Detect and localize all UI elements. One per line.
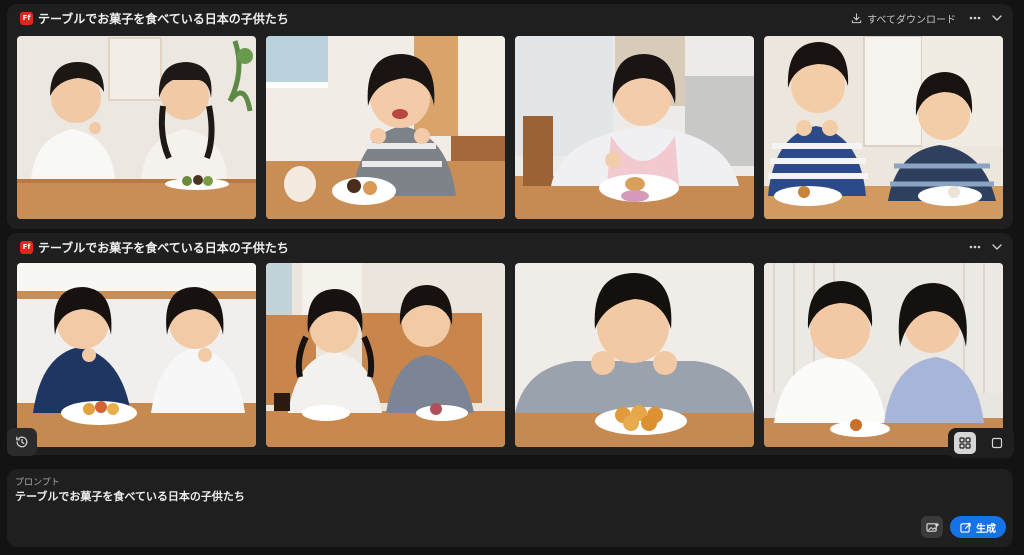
firefly-app: Ff テーブルでお菓子を食べている日本の子供たち すべてダウンロード Ff テー…: [0, 0, 1024, 555]
photo-girl-eating: [266, 36, 505, 219]
photo-boy-and-girl: [764, 263, 1003, 447]
download-all-button[interactable]: すべてダウンロード: [851, 11, 956, 26]
generated-image-thumbnail[interactable]: [266, 263, 505, 447]
generated-image-thumbnail[interactable]: [17, 263, 256, 447]
generated-image-thumbnail[interactable]: [764, 263, 1003, 447]
collapse-button[interactable]: [990, 240, 1004, 254]
ellipsis-icon: [969, 245, 981, 249]
group-header: Ff テーブルでお菓子を食べている日本の子供たち すべてダウンロード: [7, 4, 1013, 32]
grid-view-button[interactable]: [954, 432, 976, 454]
generated-image-thumbnail[interactable]: [764, 36, 1003, 219]
prompt-label: プロンプト: [15, 478, 60, 488]
photo-girl-with-sweets: [515, 36, 754, 219]
photo-two-boys: [764, 36, 1003, 219]
generated-image-thumbnail[interactable]: [515, 36, 754, 219]
generate-icon: [960, 522, 971, 533]
generation-group-1: Ff テーブルでお菓子を食べている日本の子供たち すべてダウンロード: [7, 4, 1013, 229]
photo-two-girls: [17, 263, 256, 447]
grid-icon: [959, 437, 971, 449]
generation-group-2: Ff テーブルでお菓子を食べている日本の子供たち: [7, 233, 1013, 455]
chevron-down-icon: [992, 244, 1002, 250]
generate-button[interactable]: 生成: [950, 516, 1006, 538]
firefly-logo-icon: Ff: [20, 12, 33, 25]
history-icon: [16, 436, 28, 448]
photo-girl-and-boy: [266, 263, 505, 447]
firefly-logo-icon: Ff: [20, 241, 33, 254]
download-icon: [851, 12, 862, 23]
chevron-down-icon: [992, 15, 1002, 21]
ellipsis-icon: [969, 16, 981, 20]
photo-children-eating: [17, 36, 256, 219]
prompt-input[interactable]: テーブルでお菓子を食べている日本の子供たち: [15, 488, 245, 504]
photo-boy-eating: [515, 263, 754, 447]
image-upload-icon: [925, 522, 939, 532]
square-icon: [991, 437, 1003, 449]
more-options-button[interactable]: [968, 11, 982, 25]
image-reference-button[interactable]: [921, 516, 943, 538]
generated-image-thumbnail[interactable]: [515, 263, 754, 447]
view-toggle: [948, 428, 1014, 458]
group-header: Ff テーブルでお菓子を食べている日本の子供たち: [7, 233, 1013, 261]
group-title: テーブルでお菓子を食べている日本の子供たち: [38, 241, 289, 255]
download-all-label: すべてダウンロード: [867, 14, 956, 26]
group-title: テーブルでお菓子を食べている日本の子供たち: [38, 12, 289, 26]
generated-image-thumbnail[interactable]: [266, 36, 505, 219]
single-view-button[interactable]: [986, 432, 1008, 454]
collapse-button[interactable]: [990, 11, 1004, 25]
generate-label: 生成: [976, 523, 996, 535]
generated-image-thumbnail[interactable]: [17, 36, 256, 219]
history-button[interactable]: [7, 428, 37, 456]
more-options-button[interactable]: [968, 240, 982, 254]
prompt-panel: プロンプト テーブルでお菓子を食べている日本の子供たち 生成: [7, 469, 1013, 547]
